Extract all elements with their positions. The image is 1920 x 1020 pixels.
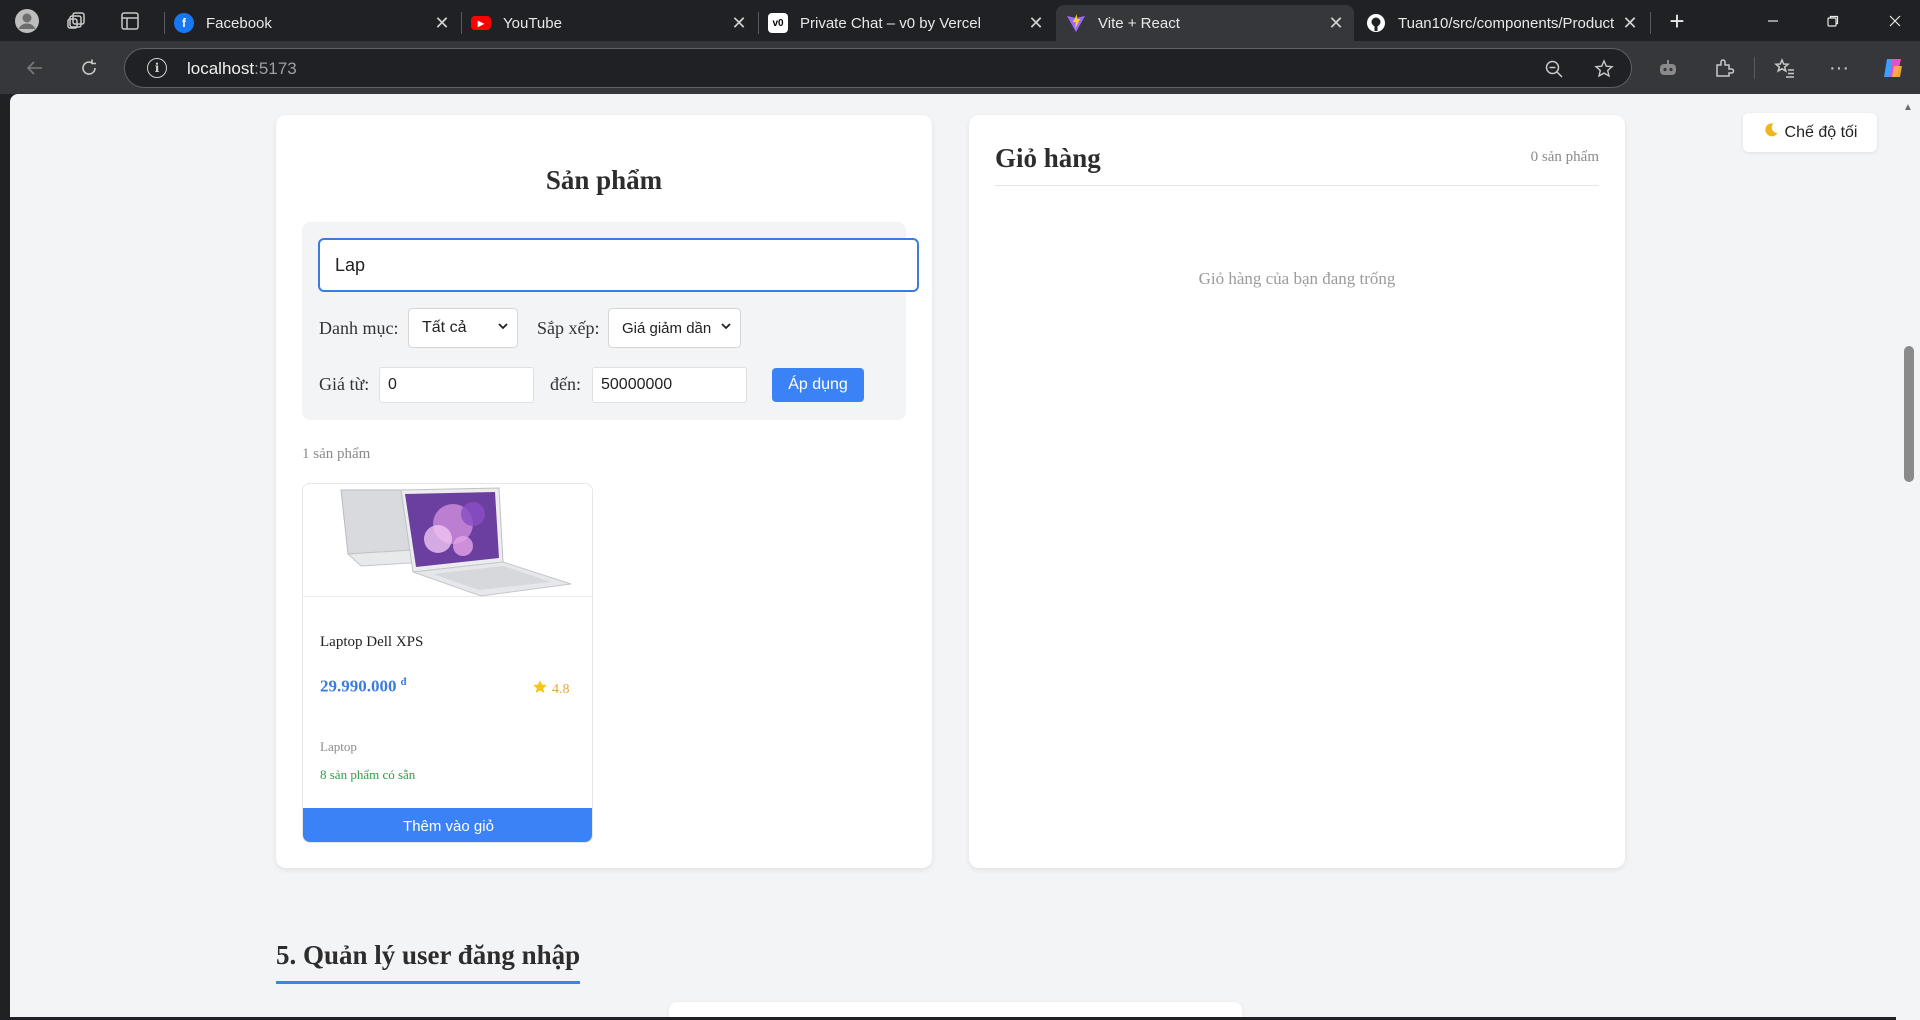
- minimize-icon[interactable]: [1750, 6, 1796, 36]
- browser-toolbar: i localhost:5173 ···: [0, 41, 1920, 94]
- tab-title: Tuan10/src/components/Product: [1398, 14, 1615, 32]
- reload-icon[interactable]: [74, 53, 104, 83]
- product-rating: 4.8: [532, 679, 570, 700]
- browser-tab-bar: f Facebook ✕ ▶ YouTube ✕ v0 Private Chat…: [0, 0, 1920, 41]
- filter-box: Danh mục: Tất cả Sắp xếp: Giá giảm dần G…: [302, 222, 919, 420]
- facebook-icon: f: [174, 13, 194, 33]
- product-count: 1 sản phẩm: [302, 446, 371, 462]
- copilot-icon[interactable]: [1879, 54, 1907, 82]
- tab-separator: [1650, 12, 1651, 34]
- cart-count: 0 sản phẩm: [1530, 149, 1599, 165]
- copilot-bot-icon[interactable]: [1654, 54, 1682, 82]
- dark-mode-label: Chế độ tối: [1784, 123, 1858, 141]
- sort-select[interactable]: Giá giảm dần: [608, 308, 741, 348]
- sort-selected: Giá giảm dần: [622, 319, 712, 337]
- profile-avatar-icon[interactable]: [14, 8, 40, 34]
- vertical-tabs-icon[interactable]: [117, 8, 143, 34]
- sort-label: Sắp xếp:: [537, 318, 600, 338]
- price-to-label: đến:: [550, 374, 581, 394]
- section-underline: [276, 981, 580, 984]
- url-host: localhost: [187, 59, 255, 78]
- product-name[interactable]: Laptop Dell XPS: [320, 634, 423, 651]
- page-viewport: Sản phẩm Danh mục: Tất cả Sắp xếp: Giá g…: [10, 94, 1896, 1017]
- products-panel: Sản phẩm Danh mục: Tất cả Sắp xếp: Giá g…: [276, 115, 932, 868]
- chevron-down-icon: [720, 320, 732, 335]
- price-from-value: 0: [388, 376, 397, 393]
- favorites-list-icon[interactable]: [1771, 54, 1799, 82]
- close-tab-icon[interactable]: ✕: [430, 13, 454, 34]
- dark-mode-button[interactable]: Chế độ tối: [1743, 113, 1877, 152]
- close-tab-icon[interactable]: ✕: [1618, 13, 1642, 34]
- price-from-input[interactable]: 0: [379, 367, 534, 403]
- add-to-cart-button[interactable]: Thêm vào giỏ: [303, 808, 592, 842]
- tab-title: YouTube: [503, 14, 562, 32]
- tab-v0[interactable]: v0 Private Chat – v0 by Vercel ✕: [758, 5, 1054, 41]
- apply-filter-button[interactable]: Áp dụng: [772, 368, 864, 402]
- zoom-out-icon[interactable]: [1543, 58, 1565, 80]
- tab-title: Private Chat – v0 by Vercel: [800, 14, 981, 32]
- cart-empty-message: Giỏ hàng của bạn đang trống: [1198, 269, 1396, 288]
- tab-title: Vite + React: [1098, 14, 1180, 32]
- user-panel-top: [669, 1002, 1242, 1017]
- tab-facebook[interactable]: f Facebook ✕: [164, 5, 460, 41]
- restore-icon[interactable]: [1810, 6, 1856, 36]
- search-input[interactable]: [318, 238, 919, 292]
- products-title: Sản phẩm: [545, 165, 663, 195]
- price-currency: đ: [400, 676, 407, 688]
- price-to-value: 50000000: [601, 376, 673, 393]
- site-info-icon[interactable]: i: [147, 58, 167, 78]
- url-text: localhost:5173: [187, 59, 297, 79]
- youtube-icon: ▶: [471, 16, 491, 30]
- close-tab-icon[interactable]: ✕: [1324, 13, 1348, 34]
- star-icon: [532, 679, 548, 700]
- product-card: Laptop Dell XPS 29.990.000 đ 4.8 Laptop 8…: [302, 483, 593, 843]
- new-tab-icon[interactable]: +: [1654, 6, 1700, 36]
- close-window-icon[interactable]: [1872, 6, 1918, 36]
- price-amount: 29.990.000: [320, 676, 397, 696]
- rating-value: 4.8: [552, 681, 570, 697]
- category-label: Danh mục:: [319, 318, 399, 338]
- tab-github[interactable]: Tuan10/src/components/Product ✕: [1356, 5, 1648, 41]
- cart-panel: Giỏ hàng 0 sản phẩm Giỏ hàng của bạn đan…: [969, 115, 1625, 868]
- product-stock: 8 sản phẩm có sẵn: [320, 767, 416, 782]
- close-tab-icon[interactable]: ✕: [1024, 13, 1048, 34]
- category-selected: Tất cả: [422, 319, 467, 336]
- product-image: [303, 484, 592, 597]
- extensions-icon[interactable]: [1710, 54, 1738, 82]
- vite-icon: [1066, 13, 1086, 33]
- cart-divider: [995, 185, 1599, 186]
- scroll-up-arrow-icon[interactable]: ▲: [1903, 102, 1913, 113]
- workspaces-icon[interactable]: [64, 8, 90, 34]
- tab-title: Facebook: [206, 14, 272, 32]
- category-select[interactable]: Tất cả: [408, 308, 518, 348]
- price-from-label: Giá từ:: [319, 374, 370, 394]
- chevron-down-icon: [497, 320, 509, 335]
- page-scrollbar[interactable]: ▲: [1896, 94, 1920, 1020]
- favorite-star-icon[interactable]: [1593, 58, 1615, 80]
- url-port: :5173: [254, 59, 297, 78]
- tab-youtube[interactable]: ▶ YouTube ✕: [461, 5, 757, 41]
- scroll-thumb[interactable]: [1904, 346, 1914, 482]
- address-bar[interactable]: i localhost:5173: [124, 48, 1632, 88]
- github-icon: [1366, 13, 1386, 33]
- toolbar-separator: [1754, 57, 1755, 79]
- product-category: Laptop: [320, 739, 357, 754]
- close-tab-icon[interactable]: ✕: [727, 13, 751, 34]
- product-price: 29.990.000 đ: [320, 676, 407, 697]
- more-menu-icon[interactable]: ···: [1825, 54, 1853, 82]
- moon-icon: [1763, 122, 1779, 143]
- price-to-input[interactable]: 50000000: [592, 367, 747, 403]
- v0-icon: v0: [768, 13, 788, 33]
- section-title: 5. Quản lý user đăng nhập: [276, 940, 581, 970]
- tab-vite-react[interactable]: Vite + React ✕: [1056, 5, 1354, 41]
- back-arrow-icon[interactable]: [20, 53, 50, 83]
- cart-title: Giỏ hàng: [995, 143, 1101, 173]
